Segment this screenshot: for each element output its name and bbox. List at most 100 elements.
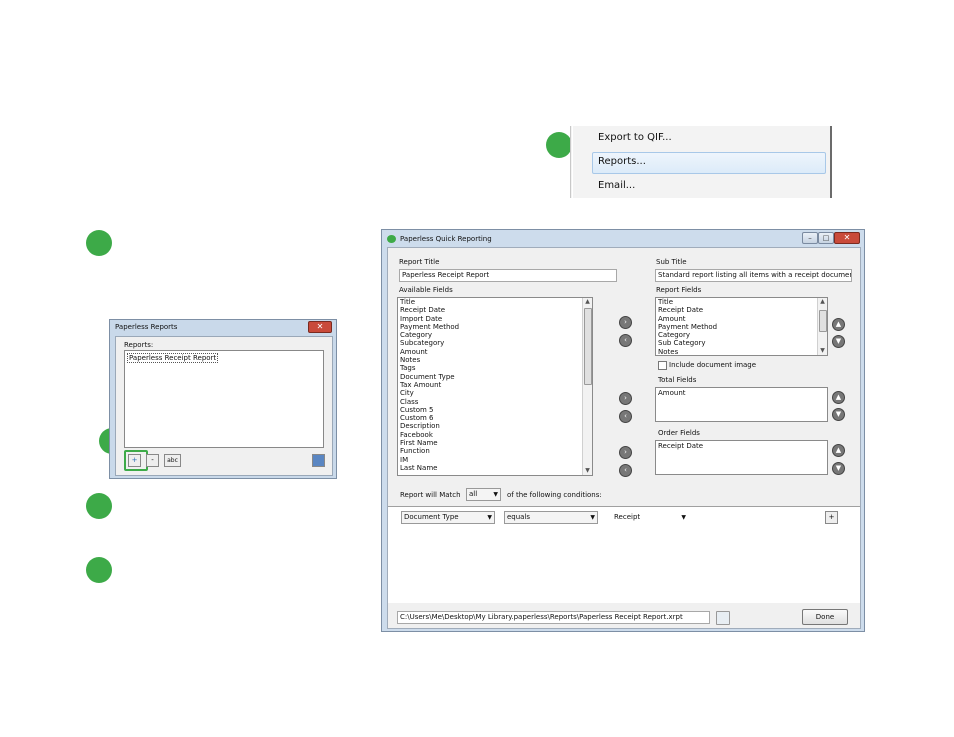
report-fields-list[interactable]: Title Receipt Date Amount Payment Method… bbox=[655, 297, 828, 356]
list-item[interactable]: Amount bbox=[656, 315, 827, 323]
list-item[interactable]: Document Type bbox=[398, 373, 592, 381]
report-title-input[interactable]: Paperless Receipt Report bbox=[399, 269, 617, 282]
step-marker-1 bbox=[86, 230, 112, 256]
list-item[interactable]: First Name bbox=[398, 439, 592, 447]
scroll-thumb[interactable] bbox=[584, 308, 592, 385]
list-item[interactable]: Class bbox=[398, 398, 592, 406]
quick-reporting-window: Paperless Quick Reporting – □ ✕ Report T… bbox=[381, 229, 865, 632]
list-item[interactable]: Amount bbox=[656, 389, 827, 397]
move-report-field-up-icon[interactable]: ▲ bbox=[832, 318, 845, 331]
report-fields-scrollbar[interactable]: ▲ ▼ bbox=[817, 298, 827, 355]
list-item[interactable]: Custom 6 bbox=[398, 414, 592, 422]
move-report-field-down-icon[interactable]: ▼ bbox=[832, 335, 845, 348]
available-fields-label: Available Fields bbox=[399, 286, 453, 294]
close-button[interactable]: ✕ bbox=[834, 232, 860, 244]
title-bar: Paperless Reports ✕ bbox=[110, 320, 336, 336]
remove-total-field-icon[interactable]: ‹ bbox=[619, 410, 632, 423]
scroll-down-icon[interactable]: ▼ bbox=[583, 467, 592, 475]
menu-item-export-qif[interactable]: Export to QIF... bbox=[598, 132, 672, 143]
list-item[interactable]: Receipt Date bbox=[656, 306, 827, 314]
condition-value-select[interactable]: Receipt ▼ bbox=[611, 511, 689, 524]
close-button[interactable]: ✕ bbox=[308, 321, 332, 333]
add-order-field-icon[interactable]: › bbox=[619, 446, 632, 459]
condition-value-value: Receipt bbox=[614, 513, 641, 521]
menu-item-reports[interactable]: Reports... bbox=[598, 156, 646, 167]
match-suffix-label: of the following conditions: bbox=[507, 491, 602, 499]
move-total-field-down-icon[interactable]: ▼ bbox=[832, 408, 845, 421]
order-fields-label: Order Fields bbox=[658, 429, 700, 437]
move-order-field-up-icon[interactable]: ▲ bbox=[832, 444, 845, 457]
rename-report-button[interactable]: abc bbox=[164, 454, 181, 467]
report-title-label: Report Title bbox=[399, 258, 440, 266]
file-context-menu: Export to QIF... Reports... Email... bbox=[570, 126, 832, 198]
window-title: Paperless Reports bbox=[115, 323, 178, 331]
list-item[interactable]: IM bbox=[398, 456, 592, 464]
paperless-reports-window: Paperless Reports ✕ Reports: Paperless R… bbox=[109, 319, 337, 479]
done-button[interactable]: Done bbox=[802, 609, 848, 625]
list-item[interactable]: Last Name bbox=[398, 464, 592, 472]
condition-field-select[interactable]: Document Type ▼ bbox=[401, 511, 495, 524]
remove-order-field-icon[interactable]: ‹ bbox=[619, 464, 632, 477]
match-select-value: all bbox=[469, 490, 478, 498]
scroll-up-icon[interactable]: ▲ bbox=[583, 298, 592, 306]
app-icon bbox=[387, 235, 396, 243]
list-item[interactable]: Tax Amount bbox=[398, 381, 592, 389]
list-item[interactable]: Custom 5 bbox=[398, 406, 592, 414]
list-item[interactable]: Description bbox=[398, 422, 592, 430]
scroll-down-icon[interactable]: ▼ bbox=[818, 347, 827, 355]
list-item[interactable]: Tags bbox=[398, 364, 592, 372]
list-item[interactable]: Category bbox=[656, 331, 827, 339]
report-item[interactable]: Paperless Receipt Report bbox=[127, 353, 219, 363]
add-total-field-icon[interactable]: › bbox=[619, 392, 632, 405]
folder-browse-icon[interactable] bbox=[716, 611, 730, 625]
list-item[interactable]: Category bbox=[398, 331, 592, 339]
list-item[interactable]: Facebook bbox=[398, 431, 592, 439]
scroll-up-icon[interactable]: ▲ bbox=[818, 298, 827, 306]
add-report-button[interactable]: + bbox=[128, 454, 141, 467]
maximize-button[interactable]: □ bbox=[818, 232, 834, 244]
order-fields-list[interactable]: Receipt Date bbox=[655, 440, 828, 475]
list-item[interactable]: Payment Method bbox=[398, 323, 592, 331]
reports-label: Reports: bbox=[124, 341, 154, 349]
window-title: Paperless Quick Reporting bbox=[400, 235, 492, 243]
edit-report-icon[interactable] bbox=[312, 454, 325, 467]
window-client-area: Report Title Paperless Receipt Report Su… bbox=[387, 247, 861, 629]
add-report-field-icon[interactable]: › bbox=[619, 316, 632, 329]
move-total-field-up-icon[interactable]: ▲ bbox=[832, 391, 845, 404]
minimize-button[interactable]: – bbox=[802, 232, 818, 244]
list-item[interactable]: Notes bbox=[656, 348, 827, 355]
add-condition-button[interactable]: + bbox=[825, 511, 838, 524]
conditions-area: Document Type ▼ equals ▼ Receipt ▼ + bbox=[388, 507, 860, 603]
include-image-checkbox[interactable] bbox=[658, 361, 667, 370]
scroll-thumb[interactable] bbox=[819, 310, 827, 332]
available-fields-scrollbar[interactable]: ▲ ▼ bbox=[582, 298, 592, 475]
step-marker-menu bbox=[546, 132, 572, 158]
remove-report-field-icon[interactable]: ‹ bbox=[619, 334, 632, 347]
list-item[interactable]: Receipt Date bbox=[656, 442, 827, 450]
list-item[interactable]: Title bbox=[656, 298, 827, 306]
list-item[interactable]: Notes bbox=[398, 356, 592, 364]
report-path-input[interactable]: C:\Users\Me\Desktop\My Library.paperless… bbox=[397, 611, 710, 624]
move-order-field-down-icon[interactable]: ▼ bbox=[832, 462, 845, 475]
list-item[interactable]: Payment Method bbox=[656, 323, 827, 331]
total-fields-list[interactable]: Amount bbox=[655, 387, 828, 422]
chevron-down-icon: ▼ bbox=[681, 514, 686, 521]
list-item[interactable]: Function bbox=[398, 447, 592, 455]
list-item[interactable]: City bbox=[398, 389, 592, 397]
list-item[interactable]: Sub Category bbox=[656, 339, 827, 347]
list-item[interactable]: Amount bbox=[398, 348, 592, 356]
sub-title-input[interactable]: Standard report listing all items with a… bbox=[655, 269, 852, 282]
available-fields-list[interactable]: Title Receipt Date Import Date Payment M… bbox=[397, 297, 593, 476]
menu-item-email[interactable]: Email... bbox=[598, 180, 635, 191]
list-item[interactable]: Subcategory bbox=[398, 339, 592, 347]
condition-operator-select[interactable]: equals ▼ bbox=[504, 511, 598, 524]
list-item[interactable]: Import Date bbox=[398, 315, 592, 323]
reports-list[interactable]: Paperless Receipt Report bbox=[124, 350, 324, 448]
list-item[interactable]: Title bbox=[398, 298, 592, 306]
chevron-down-icon: ▼ bbox=[487, 514, 492, 521]
match-select[interactable]: all ▼ bbox=[466, 488, 501, 501]
condition-operator-value: equals bbox=[507, 513, 531, 521]
step-marker-4 bbox=[86, 557, 112, 583]
list-item[interactable]: Receipt Date bbox=[398, 306, 592, 314]
remove-report-button[interactable]: - bbox=[146, 454, 159, 467]
